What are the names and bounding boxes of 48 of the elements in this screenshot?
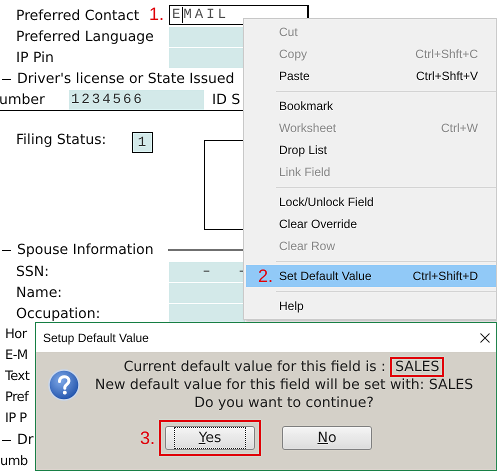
message-text: Do you want to continue?: [194, 395, 374, 411]
default-value: SALES: [390, 357, 444, 377]
shortcut-label: Ctrl+Shift+D: [412, 269, 478, 283]
section-title: Driver's license or State Issued: [16, 71, 234, 87]
window-title: Setup Default Value: [43, 330, 149, 344]
field-label: Preferred Language: [15, 28, 154, 44]
field-label: umber: [0, 92, 46, 108]
field-label: Pref: [4, 390, 28, 405]
field-label: IP Pin: [15, 50, 54, 66]
dialog-button[interactable]: Yes: [165, 426, 256, 450]
message-text: Current default value for this field is :: [124, 359, 386, 375]
field-label: E-M: [4, 348, 28, 363]
shortcut-label: Ctrl+Shft+C: [415, 47, 478, 61]
input-field[interactable]: [169, 26, 245, 46]
shortcut-label: Ctrl+Shft+V: [416, 69, 478, 83]
section-title: Dr: [16, 432, 34, 448]
menu-item[interactable]: Bookmark: [246, 95, 496, 117]
shortcut-label: Ctrl+W: [441, 121, 478, 135]
input-field[interactable]: [169, 48, 245, 68]
section-title: Spouse Information: [16, 242, 154, 258]
input-field[interactable]: [169, 304, 245, 324]
field-label: Hor: [4, 327, 27, 342]
menu-item[interactable]: Paste Ctrl+Shft+V: [246, 65, 496, 87]
menu-item[interactable]: Clear Override: [246, 213, 496, 235]
field-label: umb: [0, 454, 28, 469]
close-icon[interactable]: [480, 332, 490, 342]
field-label: Occupation:: [15, 306, 100, 322]
input-field[interactable]: 1: [132, 132, 153, 153]
field-label: SSN:: [15, 264, 49, 280]
menu-item[interactable]: 2. Set Default Value Ctrl+Shift+D: [246, 265, 496, 287]
step-number: 2.: [258, 266, 274, 287]
step-number: 3.: [140, 428, 156, 448]
input-field[interactable]: [169, 282, 245, 302]
menu-item[interactable]: Help: [246, 295, 496, 317]
input-field[interactable]: 1234566: [69, 90, 204, 110]
field-label: Name:: [15, 284, 62, 300]
step-number: 1.: [149, 4, 164, 25]
field-label: Filing Status:: [15, 131, 108, 148]
field-label: IP P: [4, 411, 27, 426]
menu-item[interactable]: Drop List: [246, 139, 496, 161]
field-label: Preferred Contact: [15, 8, 140, 24]
field-label: ID S: [212, 92, 240, 108]
question-icon: [48, 369, 80, 401]
menu-item[interactable]: Lock/Unlock Field: [246, 191, 496, 213]
dialog-button[interactable]: No: [282, 426, 372, 450]
field-separator: –: [203, 262, 210, 278]
message-text: New default value for this field will be set with: SALES: [94, 377, 474, 393]
field-label: Text: [4, 369, 30, 384]
